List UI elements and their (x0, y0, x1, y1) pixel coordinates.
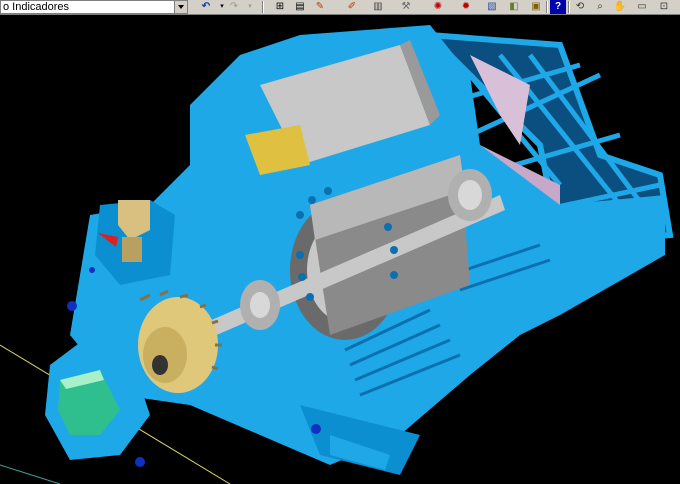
document-icon[interactable]: ▤ (292, 0, 308, 14)
target-icon[interactable]: ✹ (458, 0, 474, 14)
toolbar-separator (546, 1, 548, 13)
folder-icon[interactable]: ▣ (528, 0, 544, 14)
pencil-icon[interactable]: ✎ (312, 0, 328, 14)
toolbar-separator (568, 1, 570, 13)
motor-model-render (0, 25, 674, 484)
sun-icon[interactable]: ✺ (430, 0, 446, 14)
window-icon[interactable]: ▭ (634, 0, 650, 14)
toolbar: o Indicadores ↶ ▾ ↷ ▾ ⊞ ▤ ✎ ✐ ▥ ⚒ ✺ ✹ ▧ … (0, 0, 680, 15)
layers-icon[interactable]: ▥ (370, 0, 386, 14)
3d-viewport[interactable] (0, 15, 680, 484)
tools-icon[interactable]: ⚒ (398, 0, 414, 14)
axis-line (0, 464, 61, 484)
edit-icon[interactable]: ✐ (344, 0, 360, 14)
indicators-combobox[interactable]: o Indicadores (0, 0, 188, 14)
zoom-window-icon[interactable]: ⊡ (656, 0, 672, 14)
redo-icon[interactable]: ↷ (226, 0, 242, 14)
magnifier-icon[interactable]: ⌕ (592, 0, 608, 14)
chevron-down-icon[interactable] (174, 1, 187, 13)
hand-icon[interactable]: ✋ (612, 0, 628, 14)
zoom-icon[interactable]: ⊞ (272, 0, 288, 14)
help-icon[interactable]: ? (550, 0, 566, 14)
palette-icon[interactable]: ◧ (506, 0, 522, 14)
combo-value: o Indicadores (3, 1, 70, 13)
toolbar-separator (262, 1, 264, 13)
redo-dropdown-icon[interactable]: ▾ (242, 0, 258, 14)
undo-icon[interactable]: ↶ (198, 0, 214, 14)
image-icon[interactable]: ▧ (484, 0, 500, 14)
refresh-icon[interactable]: ⟲ (572, 0, 588, 14)
